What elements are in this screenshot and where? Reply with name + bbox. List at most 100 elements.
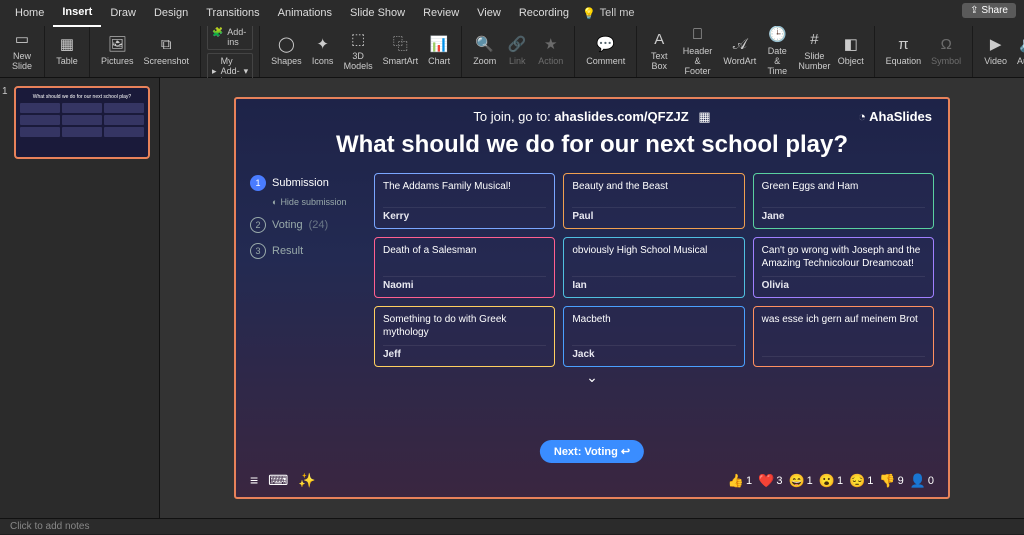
action-button: ★Action	[533, 34, 568, 69]
card-text: Beauty and the Beast	[572, 180, 735, 193]
comment-label: Comment	[586, 57, 625, 67]
shapes-icon: ◯	[277, 36, 295, 54]
tab-view[interactable]: View	[468, 0, 510, 26]
reaction-wow[interactable]: 😮1	[819, 473, 843, 489]
tab-insert[interactable]: Insert	[53, 0, 101, 27]
table-icon: ▦	[58, 36, 76, 54]
slidenumber-button[interactable]: #Slide Number	[795, 29, 834, 74]
equation-button[interactable]: π Equation	[881, 34, 927, 69]
eye-off-icon: ◐	[272, 197, 277, 207]
datetime-icon: 🕒	[768, 26, 786, 44]
tab-draw[interactable]: Draw	[101, 0, 145, 26]
steps-sidebar: 1 Submission ◐ Hide submission 2 Voting …	[250, 173, 360, 367]
link-icon: 🔗	[508, 36, 526, 54]
dislike-count: 9	[898, 475, 904, 487]
next-voting-button[interactable]: Next: Voting ↩	[540, 440, 644, 463]
tab-animations[interactable]: Animations	[269, 0, 341, 26]
share-button[interactable]: ⇪ Share	[962, 3, 1016, 18]
zoom-button[interactable]: 🔍Zoom	[468, 34, 501, 69]
screenshot-label: Screenshot	[144, 57, 190, 67]
submission-card[interactable]: Beauty and the BeastPaul	[563, 173, 744, 229]
screenshot-button[interactable]: ⧉Screenshot	[139, 34, 195, 69]
menu-icon[interactable]: ≡	[250, 472, 258, 489]
step-submission[interactable]: 1 Submission	[250, 175, 360, 191]
participants-count[interactable]: 👤0	[910, 473, 934, 489]
step-voting-label: Voting	[272, 219, 303, 231]
symbol-button: ΩSymbol	[926, 34, 966, 69]
submission-card[interactable]: Something to do with Greek mythologyJeff	[374, 306, 555, 367]
chevron-down-icon: ▾	[244, 66, 249, 77]
slide-thumbnail-1[interactable]: 1 What should we do for our next school …	[4, 86, 155, 159]
icons-icon: ✦	[314, 36, 332, 54]
object-button[interactable]: ◧Object	[834, 34, 868, 69]
submission-card[interactable]: Can't go wrong with Joseph and the Amazi…	[753, 237, 934, 298]
store-icon: 🧩	[212, 27, 223, 38]
slide-panel[interactable]: 1 What should we do for our next school …	[0, 78, 160, 518]
share-label: Share	[981, 5, 1008, 16]
table-label: Table	[56, 57, 78, 67]
submission-card[interactable]: MacbethJack	[563, 306, 744, 367]
wow-count: 1	[837, 475, 843, 487]
audio-icon: 🔊	[1020, 36, 1024, 54]
tab-home[interactable]: Home	[6, 0, 53, 26]
tab-transitions[interactable]: Transitions	[197, 0, 268, 26]
laugh-count: 1	[807, 475, 813, 487]
equation-icon: π	[894, 36, 912, 54]
step-result[interactable]: 3 Result	[250, 243, 360, 259]
table-button[interactable]: ▦ Table	[51, 34, 83, 69]
new-slide-button[interactable]: ▭New Slide	[6, 29, 38, 74]
reaction-laugh[interactable]: 😄1	[788, 473, 812, 489]
keyboard-icon[interactable]: ⌨	[268, 472, 288, 489]
thumb-preview: What should we do for our next school pl…	[14, 86, 150, 159]
brand-logo: ◔ AhaSlides	[858, 109, 932, 124]
notes-pane[interactable]: Click to add notes	[0, 518, 1024, 534]
step-3-number: 3	[250, 243, 266, 259]
equation-label: Equation	[886, 57, 922, 67]
dislike-icon: 👎	[879, 473, 895, 489]
card-author: Kerry	[383, 207, 546, 222]
reaction-dislike[interactable]: 👎9	[879, 473, 903, 489]
tab-design[interactable]: Design	[145, 0, 197, 26]
step-1-number: 1	[250, 175, 266, 191]
datetime-button[interactable]: 🕒Date & Time	[760, 24, 795, 79]
submission-card[interactable]: obviously High School MusicalIan	[563, 237, 744, 298]
tell-me[interactable]: 💡 Tell me	[582, 7, 635, 20]
tab-recording[interactable]: Recording	[510, 0, 578, 26]
submission-card[interactable]: was esse ich gern auf meinem Brot	[753, 306, 934, 367]
submission-card[interactable]: Death of a SalesmanNaomi	[374, 237, 555, 298]
video-button[interactable]: ▶Video	[979, 34, 1012, 69]
step-voting[interactable]: 2 Voting (24)	[250, 217, 360, 233]
chart-button[interactable]: 📊Chart	[423, 34, 455, 69]
tab-slideshow[interactable]: Slide Show	[341, 0, 414, 26]
like-count: 1	[746, 475, 752, 487]
action-label: Action	[538, 57, 563, 67]
wordart-button[interactable]: 𝒜WordArt	[720, 34, 760, 69]
submission-card[interactable]: The Addams Family Musical!Kerry	[374, 173, 555, 229]
hide-submission-toggle[interactable]: ◐ Hide submission	[272, 197, 360, 207]
reaction-sad[interactable]: 😔1	[849, 473, 873, 489]
shapes-button[interactable]: ◯Shapes	[266, 34, 307, 69]
smartart-button[interactable]: ⿻SmartArt	[378, 34, 424, 69]
icons-button[interactable]: ✦Icons	[307, 34, 339, 69]
zoom-icon: 🔍	[476, 36, 494, 54]
bulb-icon: 💡	[582, 7, 596, 20]
tab-review[interactable]: Review	[414, 0, 468, 26]
card-text: obviously High School Musical	[572, 244, 735, 257]
cube-icon: ⬚	[349, 31, 367, 49]
addins-icon: ▸	[212, 66, 217, 77]
header-footer-icon: ⎕	[689, 26, 707, 44]
slide-content[interactable]: To join, go to: ahaslides.com/QFZJZ ▦ ◔ …	[234, 97, 950, 499]
slide-canvas[interactable]: To join, go to: ahaslides.com/QFZJZ ▦ ◔ …	[160, 78, 1024, 518]
reaction-like[interactable]: 👍1	[728, 473, 752, 489]
expand-chevron[interactable]: ⌄	[250, 369, 934, 386]
card-author: Jane	[762, 207, 925, 222]
textbox-button[interactable]: AText Box	[643, 29, 675, 74]
audio-button[interactable]: 🔊Audio	[1012, 34, 1024, 69]
submission-card[interactable]: Green Eggs and HamJane	[753, 173, 934, 229]
comment-button[interactable]: 💬Comment	[581, 34, 630, 69]
reaction-heart[interactable]: ❤️3	[758, 473, 782, 489]
confetti-icon[interactable]: ✨	[298, 472, 315, 489]
3d-models-button[interactable]: ⬚3D Models	[339, 29, 378, 74]
pictures-button[interactable]: 🖼Pictures	[96, 34, 139, 69]
header-footer-button[interactable]: ⎕Header & Footer	[675, 24, 720, 79]
